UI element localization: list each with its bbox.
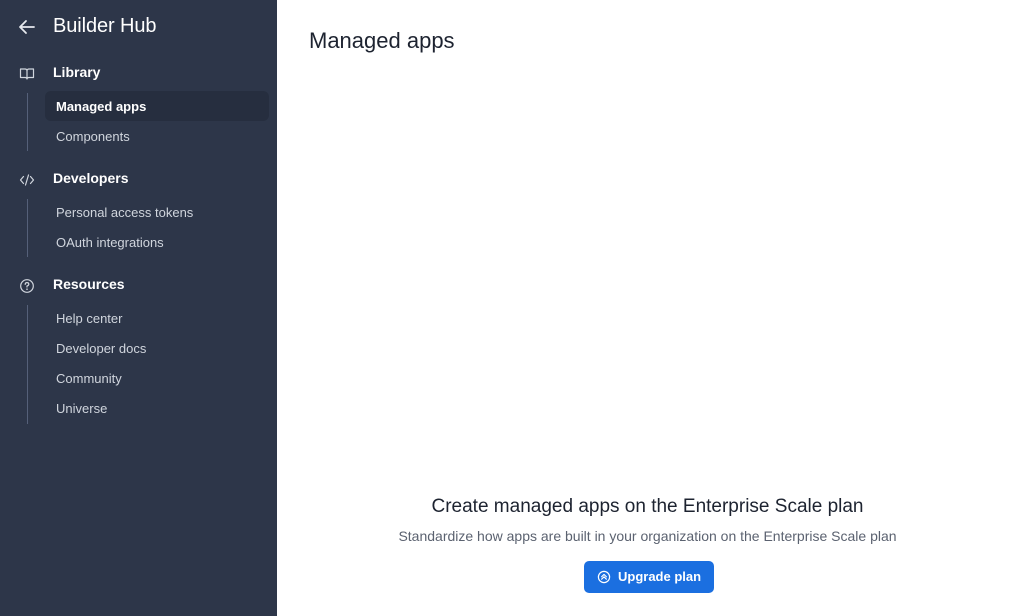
sidebar-item-managed-apps[interactable]: Managed apps	[45, 91, 269, 121]
page-title: Managed apps	[309, 28, 455, 53]
sidebar: Builder Hub Library Managed apps Compone…	[0, 0, 277, 616]
sidebar-item-label: Universe	[56, 401, 108, 416]
sidebar-item-oauth-integrations[interactable]: OAuth integrations	[45, 227, 269, 257]
sidebar-item-label: Community	[56, 371, 122, 386]
sidebar-title: Builder Hub	[53, 15, 157, 37]
sidebar-header: Builder Hub	[0, 0, 277, 56]
arrow-left-icon[interactable]	[16, 16, 38, 38]
sidebar-item-developer-docs[interactable]: Developer docs	[45, 333, 269, 363]
sidebar-item-universe[interactable]: Universe	[45, 393, 269, 423]
empty-state-subtitle: Standardize how apps are built in your o…	[398, 528, 897, 544]
section-header-resources: Resources	[0, 275, 277, 297]
section-header-developers: Developers	[0, 169, 277, 191]
empty-state-title: Create managed apps on the Enterprise Sc…	[431, 496, 864, 517]
sidebar-item-community[interactable]: Community	[45, 363, 269, 393]
sidebar-item-label: Components	[56, 129, 130, 144]
section-label-resources: Resources	[53, 276, 125, 292]
upgrade-plan-button[interactable]: Upgrade plan	[584, 561, 714, 593]
upgrade-plan-label: Upgrade plan	[618, 569, 702, 584]
section-label-developers: Developers	[53, 170, 129, 186]
sidebar-item-help-center[interactable]: Help center	[45, 303, 269, 333]
sidebar-item-label: Help center	[56, 311, 123, 326]
section-divider-line	[27, 305, 28, 424]
sidebar-item-label: OAuth integrations	[56, 235, 164, 250]
book-icon	[19, 68, 35, 80]
section-divider-line	[27, 93, 28, 151]
sidebar-item-components[interactable]: Components	[45, 121, 269, 151]
help-circle-icon	[20, 279, 34, 293]
main-content: Managed apps Create managed apps on the …	[277, 0, 1018, 616]
section-divider-line	[27, 199, 28, 257]
section-header-library: Library	[0, 63, 277, 85]
section-label-library: Library	[53, 64, 101, 80]
sidebar-item-label: Managed apps	[56, 99, 147, 114]
sidebar-item-label: Personal access tokens	[56, 205, 194, 220]
code-icon	[19, 174, 35, 186]
sidebar-item-personal-access-tokens[interactable]: Personal access tokens	[45, 197, 269, 227]
sidebar-item-label: Developer docs	[56, 341, 147, 356]
upgrade-icon	[597, 570, 611, 584]
